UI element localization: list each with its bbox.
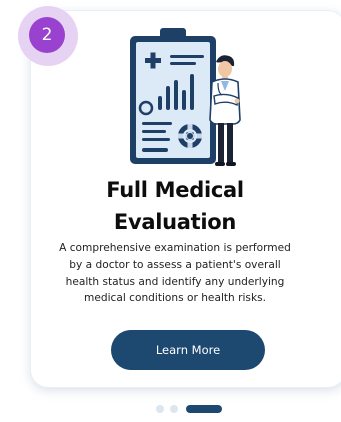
clipboard-icon xyxy=(130,28,216,164)
carousel-dot-active[interactable] xyxy=(186,405,222,413)
service-description-line2: by a doctor to assess a patient's overal… xyxy=(69,258,281,271)
service-title-line2: Evaluation xyxy=(113,210,237,234)
carousel-dot-2[interactable] xyxy=(170,405,178,413)
step-badge: 2 xyxy=(29,17,65,53)
medical-clipboard-illustration xyxy=(130,28,241,166)
learn-more-button[interactable]: Learn More xyxy=(111,330,265,370)
service-title-line1: Full Medical xyxy=(106,178,244,202)
service-description-line4: medical conditions or health risks. xyxy=(84,292,266,305)
service-title: Full Medical Evaluation xyxy=(44,174,306,238)
service-description: A comprehensive examination is performed… xyxy=(42,240,308,307)
carousel-dot-1[interactable] xyxy=(156,405,164,413)
service-description-line3: health status and identify any underlyin… xyxy=(65,275,285,288)
service-description-line1: A comprehensive examination is performed xyxy=(59,242,291,254)
